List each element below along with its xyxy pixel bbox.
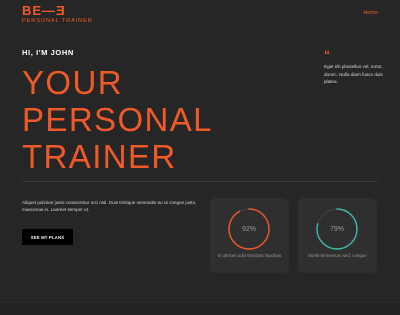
quote-block: “ Eget elit phasellus vel, tortor, donec…: [324, 48, 384, 86]
footer: [0, 302, 400, 315]
hero-title: YOUR PERSONAL TRAINER: [22, 64, 213, 175]
hero-title-line-3: TRAINER: [22, 138, 177, 175]
logo-mark: BE—Ǝ: [22, 3, 66, 18]
stat-caption-2: Morbi fermentum sed, congue: [308, 253, 367, 258]
brand-logo[interactable]: BE—Ǝ PERSONAL TRAINER: [22, 3, 93, 25]
quote-text: Eget elit phasellus vel, tortor, donec. …: [324, 64, 383, 85]
quote-icon: “: [324, 48, 330, 62]
stat-caption-1: In ultrices odio tincidunt faucibus: [217, 253, 282, 258]
hero-title-line-2: PERSONAL: [22, 101, 213, 138]
stat-value-1: 92%: [241, 225, 256, 233]
hero-title-line-1: YOUR: [22, 64, 123, 101]
stat-value-2: 79%: [329, 225, 344, 233]
stat-card-1: 92% In ultrices odio tincidunt faucibus: [210, 198, 289, 273]
section-divider: [22, 181, 378, 182]
see-my-plans-button[interactable]: SEE MY PLANS: [22, 229, 73, 245]
logo-subtitle: PERSONAL TRAINER: [22, 18, 93, 24]
intro-text: Aliquet pulvinar justo consectetur orci …: [22, 200, 197, 213]
stat-card-2: 79% Morbi fermentum sed, congue: [298, 198, 377, 273]
hero-greeting: HI, I'M JOHN: [22, 48, 74, 57]
nav-home-link[interactable]: Home: [363, 10, 378, 16]
